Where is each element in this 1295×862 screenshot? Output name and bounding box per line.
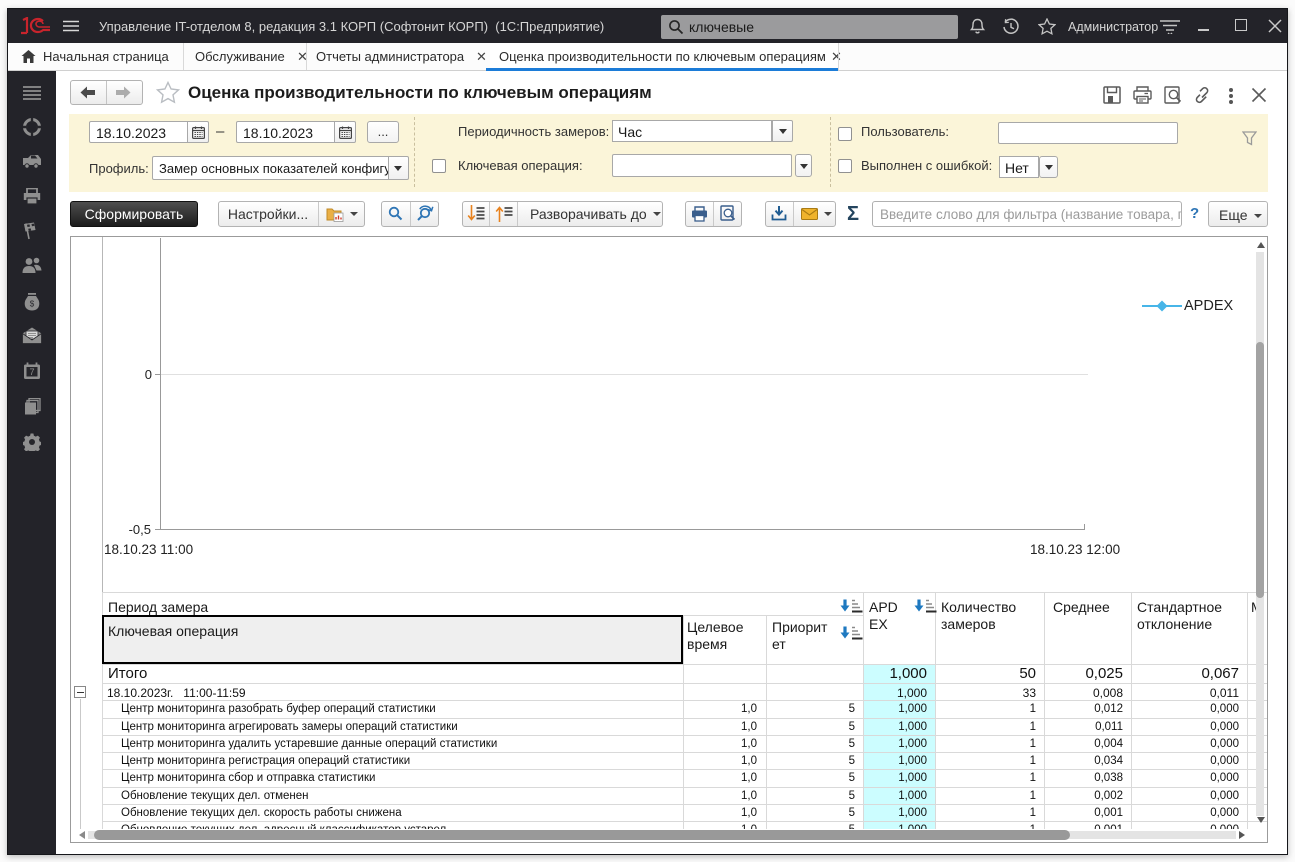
svg-text:$: $ [30, 300, 35, 309]
svg-text:7: 7 [29, 367, 34, 377]
